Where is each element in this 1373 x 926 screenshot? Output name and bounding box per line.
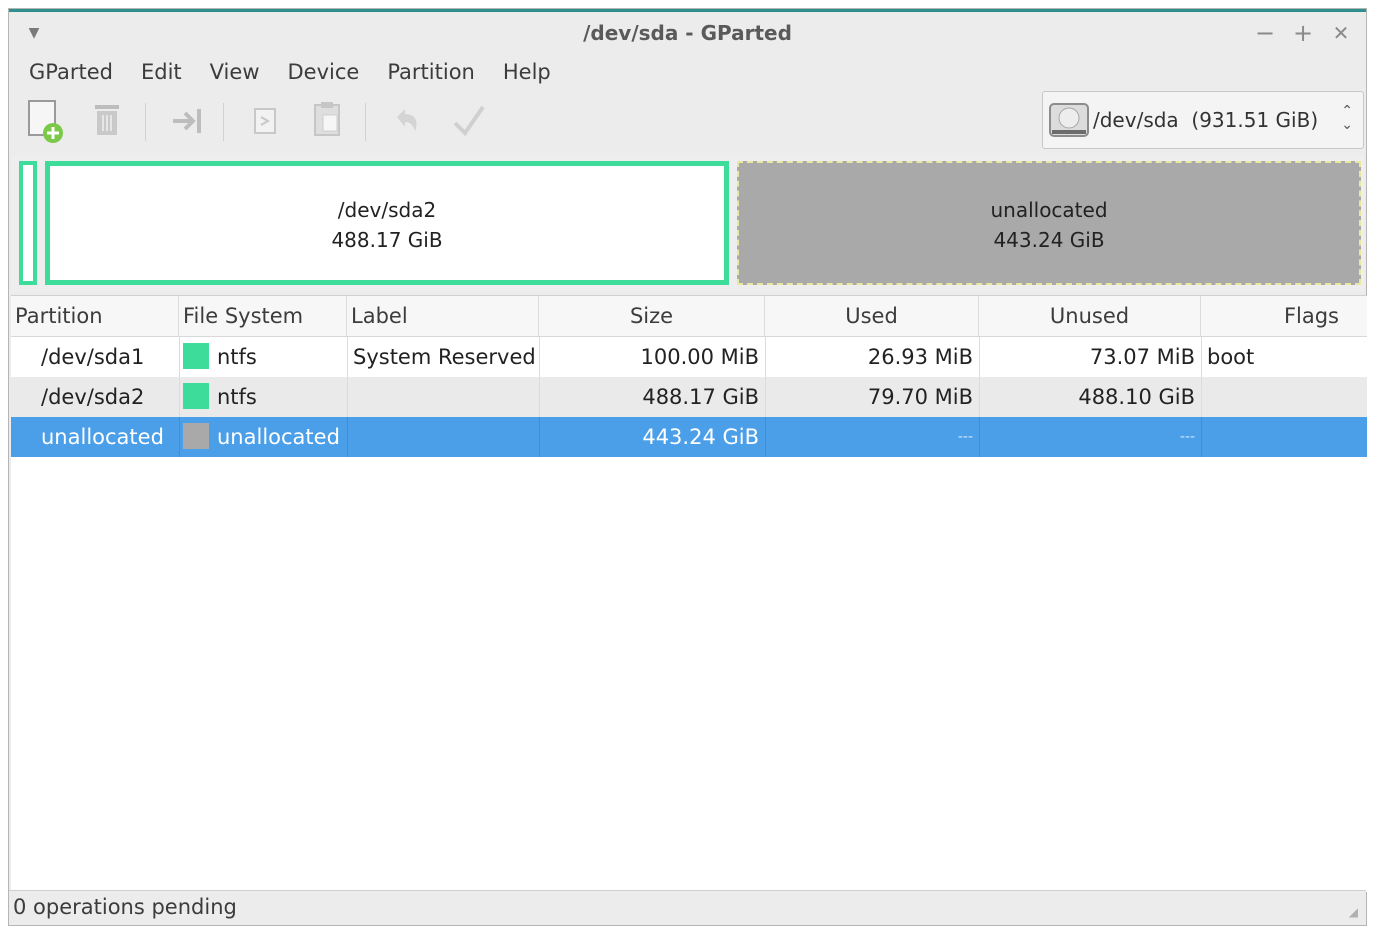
table-row[interactable]: /dev/sda1 ntfs System Reserved 100.00 Mi…: [11, 337, 1367, 377]
disk-map: /dev/sda2 488.17 GiB unallocated 443.24 …: [11, 155, 1364, 291]
close-button[interactable]: ✕: [1326, 18, 1356, 48]
table-row-selected[interactable]: unallocated unallocated 443.24 GiB --- -…: [11, 417, 1367, 457]
column-partition[interactable]: Partition: [11, 296, 179, 336]
column-file-system[interactable]: File System: [179, 296, 347, 336]
disk-map-sda2-size: 488.17 GiB: [331, 228, 443, 252]
fs-color-swatch: [183, 383, 209, 409]
menu-bar: GParted Edit View Device Partition Help: [15, 55, 565, 89]
cell-unused: ---: [1179, 429, 1195, 445]
partition-table: Partition File System Label Size Used Un…: [11, 295, 1367, 892]
cell-file-system: ntfs: [179, 377, 347, 417]
copy-icon: [254, 108, 276, 134]
disk-map-unallocated-size: 443.24 GiB: [993, 228, 1105, 252]
disk-map-unallocated-name: unallocated: [990, 198, 1108, 222]
apply-icon: [453, 105, 485, 137]
cell-flags: [1201, 377, 1367, 417]
undo-button[interactable]: [383, 95, 431, 147]
cell-flags: [1201, 417, 1367, 457]
new-icon: [28, 100, 63, 143]
menu-gparted[interactable]: GParted: [15, 55, 127, 89]
fs-color-swatch: [183, 423, 209, 449]
minimize-button[interactable]: −: [1250, 18, 1280, 48]
window-title: /dev/sda - GParted: [583, 21, 792, 45]
device-selector[interactable]: /dev/sda (931.51 GiB) ⌃ ⌄: [1042, 91, 1364, 149]
menu-view[interactable]: View: [196, 55, 274, 89]
table-row[interactable]: /dev/sda2 ntfs 488.17 GiB 79.70 MiB 488.…: [11, 377, 1367, 417]
cell-fs-name: unallocated: [217, 425, 340, 449]
disk-map-sda2-name: /dev/sda2: [337, 198, 437, 222]
column-label[interactable]: Label: [347, 296, 539, 336]
maximize-button[interactable]: +: [1288, 18, 1318, 48]
cell-partition: /dev/sda1: [41, 345, 145, 369]
fs-color-swatch: [183, 343, 209, 369]
paste-button[interactable]: [303, 95, 351, 147]
cell-label: [347, 417, 539, 457]
cell-used: 26.93 MiB: [867, 345, 973, 369]
delete-partition-button[interactable]: [83, 95, 131, 147]
column-size[interactable]: Size: [539, 296, 765, 336]
undo-icon: [397, 109, 417, 131]
table-header: Partition File System Label Size Used Un…: [11, 296, 1367, 337]
apply-button[interactable]: [445, 95, 493, 147]
cell-fs-name: ntfs: [217, 345, 257, 369]
spin-arrows-icon: ⌃ ⌄: [1341, 103, 1353, 133]
status-bar: 0 operations pending ◢: [9, 890, 1366, 925]
paste-icon: [314, 102, 340, 136]
resize-move-button[interactable]: [163, 95, 211, 147]
cell-used: 79.70 MiB: [867, 385, 973, 409]
cell-size: 443.24 GiB: [642, 425, 759, 449]
menu-device[interactable]: Device: [274, 55, 374, 89]
resize-grip-icon[interactable]: ◢: [1349, 905, 1358, 919]
disk-map-unallocated[interactable]: unallocated 443.24 GiB: [737, 161, 1361, 285]
cell-unused: 488.10 GiB: [1078, 385, 1195, 409]
cell-unused: 73.07 MiB: [1089, 345, 1195, 369]
toolbar-separator: [145, 103, 146, 141]
delete-icon: [95, 105, 119, 135]
gparted-window: ▼ /dev/sda - GParted − + ✕ GParted Edit …: [8, 8, 1367, 926]
menu-edit[interactable]: Edit: [127, 55, 196, 89]
column-unused[interactable]: Unused: [979, 296, 1201, 336]
toolbar: [19, 95, 1019, 151]
new-partition-button[interactable]: [23, 95, 71, 147]
cell-size: 488.17 GiB: [642, 385, 759, 409]
cell-partition: /dev/sda2: [41, 385, 145, 409]
harddisk-icon: [1048, 100, 1090, 145]
disk-map-sda1[interactable]: [19, 161, 37, 285]
menu-help[interactable]: Help: [489, 55, 565, 89]
toolbar-separator: [223, 103, 224, 141]
device-label: /dev/sda (931.51 GiB): [1093, 108, 1319, 132]
toolbar-separator: [365, 103, 366, 141]
cell-label: System Reserved: [353, 345, 536, 369]
cell-fs-name: ntfs: [217, 385, 257, 409]
status-text: 0 operations pending: [13, 895, 237, 919]
cell-used: ---: [957, 429, 973, 445]
column-flags[interactable]: Flags: [1201, 296, 1367, 336]
resize-move-icon: [173, 109, 201, 133]
menu-partition[interactable]: Partition: [373, 55, 489, 89]
disk-map-sda2[interactable]: /dev/sda2 488.17 GiB: [45, 161, 729, 285]
cell-label: [347, 377, 539, 417]
cell-file-system: ntfs: [179, 337, 347, 377]
cell-flags: boot: [1207, 345, 1255, 369]
cell-size: 100.00 MiB: [640, 345, 759, 369]
cell-partition: unallocated: [41, 425, 164, 449]
column-used[interactable]: Used: [765, 296, 979, 336]
copy-button[interactable]: [241, 95, 289, 147]
cell-file-system: unallocated: [179, 417, 347, 457]
title-bar: ▼ /dev/sda - GParted − + ✕: [9, 12, 1366, 56]
